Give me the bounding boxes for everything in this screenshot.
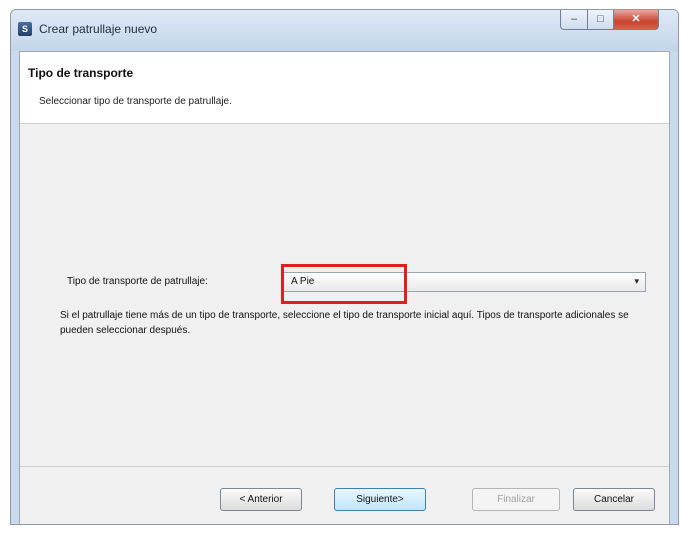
page-title: Tipo de transporte <box>28 66 134 80</box>
window-title: Crear patrullaje nuevo <box>39 22 158 36</box>
app-logo-icon: S <box>18 22 32 36</box>
dialog-window: S Crear patrullaje nuevo – □ ✕ Tipo de t… <box>10 9 679 525</box>
back-button[interactable]: < Anterior <box>220 488 302 511</box>
finish-button[interactable]: Finalizar <box>472 488 560 511</box>
transport-type-label: Tipo de transporte de patrullaje: <box>67 276 208 287</box>
next-button[interactable]: Siguiente> <box>334 488 426 511</box>
wizard-content: Tipo de transporte Seleccionar tipo de t… <box>19 51 670 524</box>
title-bar[interactable]: S Crear patrullaje nuevo – □ ✕ <box>11 10 678 51</box>
maximize-button[interactable]: □ <box>587 10 614 30</box>
minimize-button[interactable]: – <box>560 10 588 30</box>
highlight-annotation <box>281 264 407 304</box>
cancel-button[interactable]: Cancelar <box>573 488 655 511</box>
help-text: Si el patrullaje tiene más de un tipo de… <box>60 310 629 336</box>
footer-divider <box>20 466 669 467</box>
page-subtitle: Seleccionar tipo de transporte de patrul… <box>39 96 232 107</box>
wizard-header: Tipo de transporte Seleccionar tipo de t… <box>20 52 669 124</box>
chevron-down-icon[interactable]: ▾ <box>634 276 639 287</box>
close-button[interactable]: ✕ <box>613 10 659 30</box>
